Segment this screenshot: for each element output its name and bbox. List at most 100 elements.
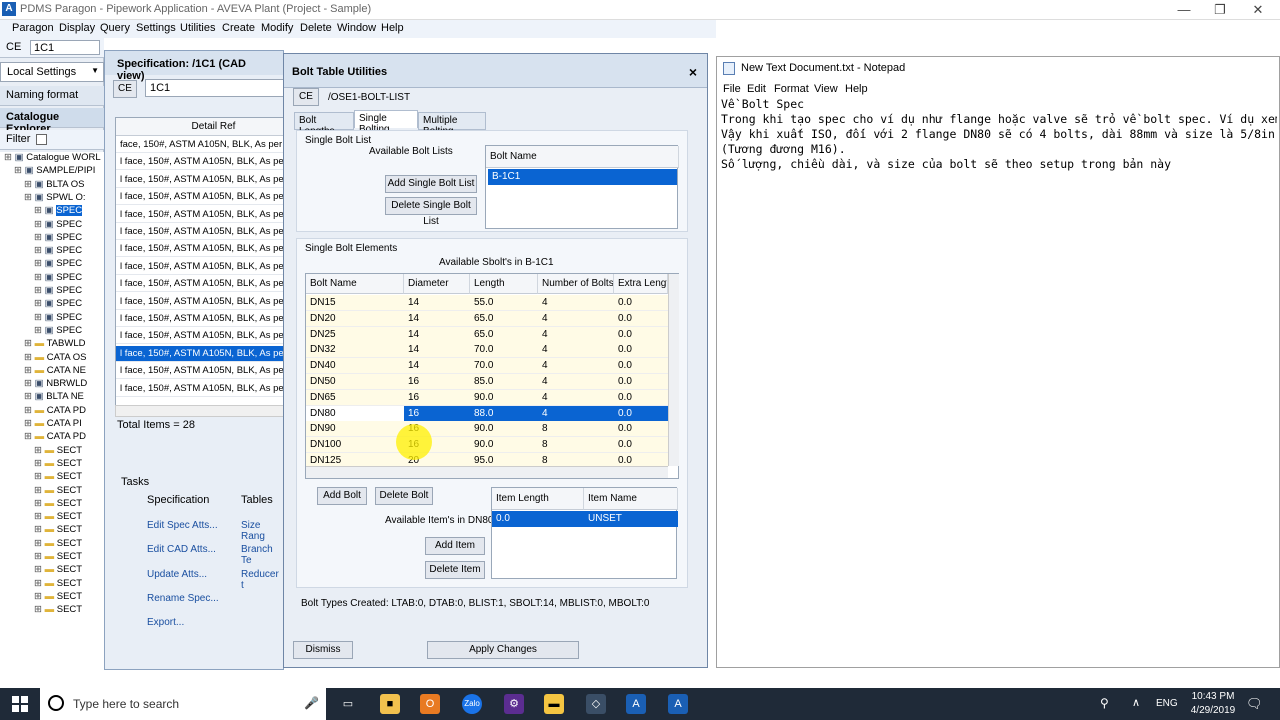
tree-node[interactable]: ⊞ ▣ Catalogue WORL [4, 152, 101, 163]
expand-icon[interactable]: ⊞ [34, 272, 45, 283]
tree-node[interactable]: ⊞ ▣ BLTA NE [24, 391, 84, 402]
menu-help[interactable]: Help [381, 22, 404, 34]
bolt-cell[interactable]: 0.0 [614, 374, 668, 390]
expand-icon[interactable]: ⊞ [24, 179, 35, 190]
item-length-cell[interactable]: 0.0 [492, 511, 584, 527]
bolt-cell[interactable]: DN15 [306, 295, 404, 311]
expand-icon[interactable]: ⊞ [24, 192, 35, 203]
bolt-cell[interactable]: 4 [538, 358, 614, 375]
expand-icon[interactable]: ⊞ [34, 551, 45, 562]
tree-node[interactable]: ⊞ ▬ CATA NE [24, 365, 86, 376]
spec-row[interactable]: l face, 150#, ASTM A105N, BLK, As per A [116, 345, 284, 362]
expand-icon[interactable]: ⊞ [34, 219, 45, 230]
expand-icon[interactable]: ⊞ [34, 591, 45, 602]
bolt-cell[interactable]: DN40 [306, 358, 404, 375]
language-indicator[interactable]: ENG [1156, 698, 1178, 709]
tree-node[interactable]: ⊞ ▬ SECT [34, 485, 82, 496]
tree-node[interactable]: ⊞ ▬ SECT [34, 564, 82, 575]
menu-window[interactable]: Window [337, 22, 376, 34]
expand-icon[interactable]: ⊞ [34, 298, 45, 309]
tree-node[interactable]: ⊞ ▣ SPEC [34, 285, 82, 296]
tree-node[interactable]: ⊞ ▣ SPEC [34, 312, 82, 323]
bolt-col-header[interactable]: Diameter [404, 274, 470, 294]
notepad-menu-format[interactable]: Format [774, 83, 809, 95]
bolt-cell[interactable]: 90.0 [470, 421, 538, 438]
bolt-cell[interactable]: DN20 [306, 310, 404, 327]
tree-node[interactable]: ⊞ ▣ SPEC [34, 258, 82, 269]
bolt-cell[interactable]: 70.0 [470, 342, 538, 359]
bolt-cell[interactable]: DN90 [306, 421, 404, 438]
tree-node[interactable]: ⊞ ▬ CATA OS [24, 352, 87, 363]
bolt-cell[interactable]: 8 [538, 437, 614, 454]
tree-node[interactable]: ⊞ ▣ SPEC [34, 272, 82, 283]
expand-icon[interactable]: ⊞ [24, 391, 35, 402]
bolt-cell[interactable]: 4 [538, 295, 614, 311]
menu-settings[interactable]: Settings [136, 22, 176, 34]
tree-node[interactable]: ⊞ ▬ SECT [34, 458, 82, 469]
tree-node[interactable]: ⊞ ▣ SPEC [34, 232, 82, 243]
menu-display[interactable]: Display [59, 22, 95, 34]
naming-format-button[interactable]: Naming format [0, 86, 104, 106]
bolt-cell[interactable]: DN50 [306, 374, 404, 390]
close-icon[interactable]: ✕ [1240, 0, 1276, 20]
expand-icon[interactable]: ⊞ [24, 338, 35, 349]
bolt-cell[interactable]: 4 [538, 342, 614, 359]
expand-icon[interactable]: ⊞ [34, 325, 45, 336]
bolt-cell[interactable]: 0.0 [614, 437, 668, 454]
clock-date[interactable]: 4/29/2019 [1186, 705, 1240, 716]
expand-icon[interactable]: ⊞ [34, 258, 45, 269]
chevron-up-icon[interactable]: ∧ [1132, 696, 1140, 709]
bolt-cell[interactable]: 4 [538, 310, 614, 327]
ce-input[interactable]: 1C1 [30, 40, 100, 55]
bolt-cell[interactable]: 88.0 [470, 405, 538, 422]
spec-row[interactable]: l face, 150#, ASTM A105N, BLK, As per A [116, 311, 284, 327]
people-icon[interactable]: ⚲ [1100, 696, 1109, 710]
bolt-cell[interactable]: 85.0 [470, 374, 538, 390]
file-explorer-icon[interactable]: ▬ [544, 694, 564, 714]
spec-row[interactable]: l face, 150#, ASTM A105N, BLK, As per A [116, 207, 284, 223]
expand-icon[interactable]: ⊞ [34, 538, 45, 549]
expand-icon[interactable]: ⊞ [34, 511, 45, 522]
aveva-icon-2[interactable]: A [668, 694, 688, 714]
bolt-cell[interactable]: 14 [404, 358, 470, 375]
menu-modify[interactable]: Modify [261, 22, 293, 34]
bolt-cell[interactable]: 16 [404, 374, 470, 390]
expand-icon[interactable]: ⊞ [34, 205, 45, 216]
bolt-cell[interactable]: 0.0 [614, 310, 668, 327]
bolt-cell[interactable]: DN65 [306, 389, 404, 406]
tab-bolt-lengths[interactable]: Bolt Lengths [294, 112, 354, 137]
spec-scrollbar[interactable] [115, 405, 285, 417]
expand-icon[interactable]: ⊞ [4, 152, 15, 163]
tree-node[interactable]: ⊞ ▣ SPEC [34, 205, 83, 217]
spec-ce-input[interactable]: 1C1 [145, 79, 285, 97]
add-bolt-button[interactable]: Add Bolt [317, 487, 367, 505]
expand-icon[interactable]: ⊞ [24, 418, 35, 429]
delete-bolt-button[interactable]: Delete Bolt [375, 487, 433, 505]
expand-icon[interactable]: ⊞ [34, 485, 45, 496]
bolt-cell[interactable]: 0.0 [614, 342, 668, 359]
menu-query[interactable]: Query [100, 22, 130, 34]
notifications-icon[interactable]: 🗨 [1246, 696, 1263, 712]
bolt-cell[interactable]: 14 [404, 295, 470, 311]
aveva-icon[interactable]: A [626, 694, 646, 714]
expand-icon[interactable]: ⊞ [34, 312, 45, 323]
tree-node[interactable]: ⊞ ▬ TABWLD [24, 338, 85, 349]
expand-icon[interactable]: ⊞ [34, 445, 45, 456]
pdms-icon[interactable]: ◇ [586, 694, 606, 714]
tab-multiple-bolting[interactable]: Multiple Bolting [418, 112, 486, 137]
notepad-menu-view[interactable]: View [814, 83, 838, 95]
spec-link[interactable]: Update Atts... [147, 569, 207, 580]
bolt-cell[interactable]: 4 [538, 326, 614, 343]
expand-icon[interactable]: ⊞ [24, 378, 35, 389]
expand-icon[interactable]: ⊞ [14, 165, 25, 176]
bolt-col-header[interactable]: Number of Bolts [538, 274, 614, 294]
bolt-cell[interactable]: 14 [404, 326, 470, 343]
local-settings-dropdown[interactable]: Local Settings ▼ [0, 62, 104, 82]
tree-node[interactable]: ⊞ ▬ SECT [34, 604, 82, 615]
table-link[interactable]: Size Rang [241, 520, 283, 542]
tree-node[interactable]: ⊞ ▬ CATA PI [24, 418, 82, 429]
bolt-cell[interactable]: 16 [404, 405, 470, 422]
spec-row[interactable]: l face, 150#, ASTM A105N, BLK, As per AS… [116, 154, 284, 171]
dismiss-button[interactable]: Dismiss [293, 641, 353, 659]
app-icon[interactable]: ⚙ [504, 694, 524, 714]
